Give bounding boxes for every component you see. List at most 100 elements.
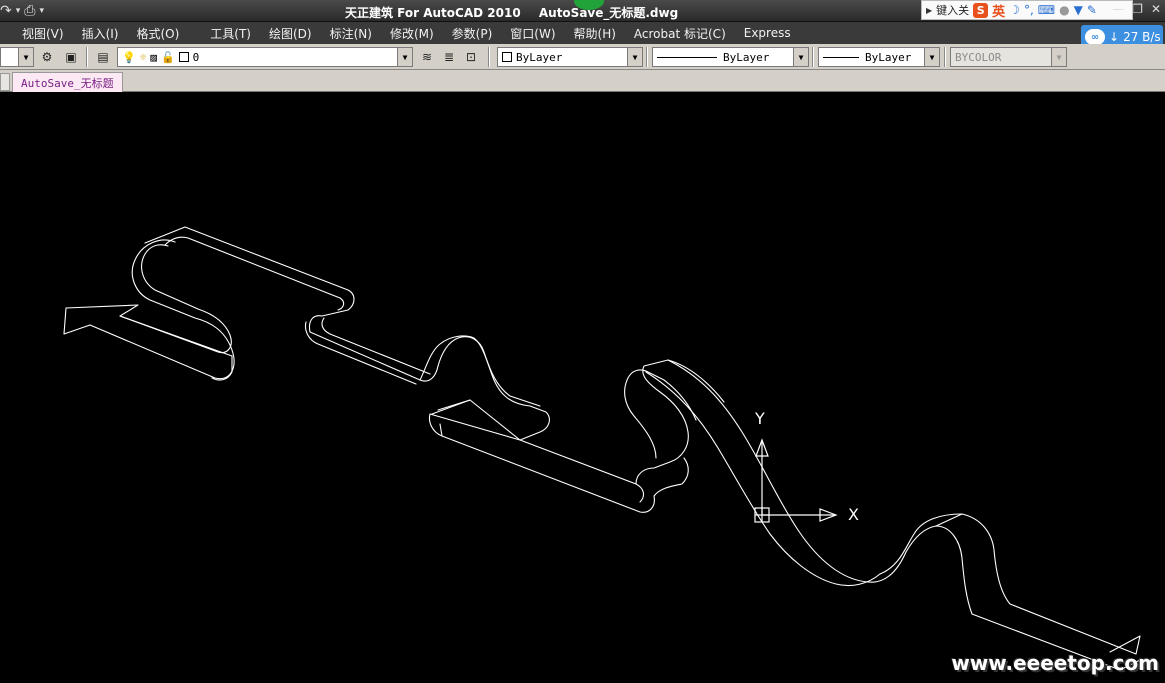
punctuation-icon[interactable]: °,	[1024, 3, 1034, 17]
layer-value: 0	[192, 50, 200, 64]
close-icon[interactable]: ✕	[1151, 2, 1161, 16]
drawing-canvas[interactable]: Y X www.eeeetop.com	[0, 92, 1165, 683]
layer-previous-icon[interactable]: ≋	[418, 48, 436, 66]
menu-item-acrobat[interactable]: Acrobat 标记(C)	[625, 25, 735, 42]
menu-item-modify[interactable]: 修改(M)	[381, 25, 443, 42]
menu-item-help[interactable]: 帮助(H)	[565, 25, 625, 42]
ribbon-segment	[653, 457, 689, 497]
ribbon-segment	[667, 359, 907, 583]
chevron-down-icon[interactable]: ▼	[793, 48, 808, 66]
menu-item-parametric[interactable]: 参数(P)	[443, 25, 502, 42]
minimize-icon[interactable]: —	[1112, 2, 1124, 16]
app-title: 天正建筑 For AutoCAD 2010	[345, 6, 521, 20]
menu-item-dimension[interactable]: 标注(N)	[321, 25, 381, 42]
restore-icon[interactable]: ❐	[1132, 2, 1143, 16]
ribbon-segment	[429, 399, 521, 441]
ribbon-segment	[428, 413, 655, 513]
workspace-settings-icon[interactable]: ▣	[62, 48, 80, 66]
chevron-down-icon[interactable]: ▼	[924, 48, 939, 66]
plotstyle-value: BYCOLOR	[955, 50, 1002, 64]
ribbon-segment	[119, 244, 232, 354]
window-controls: — ❐ ✕	[1112, 2, 1161, 16]
layer-manager-icon[interactable]: ▤	[94, 48, 112, 66]
wrench-icon[interactable]: ✎	[1087, 3, 1097, 17]
shirt-icon[interactable]: ▼	[1074, 3, 1083, 17]
chevron-down-icon[interactable]: ▼	[18, 48, 33, 66]
layer-states-icon[interactable]: ≣	[440, 48, 458, 66]
layer-freeze-icon[interactable]: ▨	[150, 51, 157, 64]
linetype-combo[interactable]: ByLayer ▼	[652, 47, 809, 67]
menu-item-insert[interactable]: 插入(I)	[73, 25, 128, 42]
tab-drawing[interactable]: AutoSave_无标题	[12, 72, 123, 92]
quick-access-toolbar: ↷ ▾ ⎙ ▾	[0, 2, 44, 20]
menu-bar: 视图(V) 插入(I) 格式(O) 工具(T) 绘图(D) 标注(N) 修改(M…	[0, 22, 1165, 44]
ribbon-segment	[211, 355, 233, 381]
chevron-down-icon: ▼	[1051, 48, 1066, 66]
tab-scroll-left[interactable]	[0, 73, 10, 91]
layer-color-swatch	[178, 52, 189, 62]
color-combo[interactable]: ByLayer ▼	[497, 47, 643, 67]
ime-text: 键入关	[936, 4, 970, 17]
toolbar-separator	[944, 47, 946, 67]
ucs-y-label: Y	[755, 409, 765, 428]
ribbon-segment	[635, 359, 725, 485]
chevron-down-icon[interactable]: ▼	[627, 48, 642, 66]
menu-item-window[interactable]: 窗口(W)	[501, 25, 564, 42]
ribbon-segment	[437, 399, 471, 411]
ribbon-segment	[144, 226, 355, 333]
color-swatch	[502, 52, 512, 62]
lineweight-value: ByLayer	[865, 50, 912, 64]
ribbon-segment	[321, 317, 431, 375]
toolbar-separator	[488, 47, 490, 67]
menu-item-format[interactable]: 格式(O)	[127, 25, 188, 42]
ucs-x-label: X	[848, 505, 859, 524]
moon-icon[interactable]: ☽	[1009, 3, 1020, 17]
workspace-combo[interactable]: ▼	[0, 47, 34, 67]
ribbon-segment	[437, 336, 541, 407]
network-logo-icon: ∞	[1085, 29, 1105, 45]
plotstyle-combo: BYCOLOR ▼	[950, 47, 1067, 67]
sogou-logo-icon[interactable]: S	[973, 2, 989, 18]
properties-toolbar: ▼ ⚙ ▣ ▤ 💡 ☼ ▨ 🔓 0 ▼ ≋ ≣ ⊡ ByLayer ▼ ByLa…	[0, 44, 1165, 70]
title-bar: ↷ ▾ ⎙ ▾ 天正建筑 For AutoCAD 2010 AutoSave_无…	[0, 0, 1165, 22]
keyboard-icon[interactable]: ⌨	[1038, 3, 1055, 17]
file-title: AutoSave_无标题.dwg	[538, 6, 679, 20]
ribbon-segment	[519, 439, 645, 503]
menu-item-express[interactable]: Express	[735, 26, 800, 40]
print-icon[interactable]: ⎙	[24, 3, 35, 19]
ribbon-segment	[89, 239, 235, 380]
ribbon-segment	[627, 369, 697, 421]
gear-icon[interactable]: ⚙	[38, 48, 56, 66]
ime-mode-toggle[interactable]: 英	[992, 1, 1005, 20]
lineweight-combo[interactable]: ByLayer ▼	[818, 47, 940, 67]
ribbon-segment	[304, 321, 417, 385]
lightbulb-icon[interactable]: 💡	[122, 51, 136, 64]
window-title: 天正建筑 For AutoCAD 2010 AutoSave_无标题.dwg	[345, 4, 678, 21]
drawing-tab-strip: AutoSave_无标题	[0, 70, 1165, 92]
ribbon-segment	[905, 525, 1121, 671]
menu-item-view[interactable]: 视图(V)	[0, 25, 73, 42]
redo-icon[interactable]: ↷	[0, 3, 12, 19]
network-speed-value: 27 B/s	[1123, 30, 1161, 44]
user-icon[interactable]: ●	[1059, 3, 1069, 17]
sun-icon[interactable]: ☼	[140, 51, 147, 64]
dropdown-icon[interactable]: ▾	[16, 6, 21, 16]
ime-toolbar[interactable]: ▶ 键入关 S 英 ☽ °, ⌨ ● ▼ ✎	[921, 0, 1133, 20]
download-arrow-icon: ↓	[1109, 30, 1120, 44]
lock-icon[interactable]: 🔓	[161, 51, 175, 64]
layer-match-icon[interactable]: ⊡	[462, 48, 480, 66]
chevron-down-icon[interactable]: ▾	[39, 6, 44, 16]
drawing-wireframe	[63, 226, 1141, 671]
ribbon-segment	[164, 236, 345, 311]
toolbar-separator	[812, 47, 814, 67]
menu-item-tools[interactable]: 工具(T)	[188, 25, 260, 42]
color-value: ByLayer	[516, 50, 563, 64]
ribbon-segment	[419, 335, 550, 441]
menu-item-draw[interactable]: 绘图(D)	[260, 25, 321, 42]
toolbar-separator	[646, 47, 648, 67]
lineweight-sample	[823, 56, 859, 58]
chevron-down-icon[interactable]: ▼	[397, 48, 412, 66]
ribbon-segment	[624, 377, 657, 459]
ime-arrow-icon[interactable]: ▶	[926, 6, 932, 15]
layer-combo[interactable]: 💡 ☼ ▨ 🔓 0 ▼	[117, 47, 413, 67]
